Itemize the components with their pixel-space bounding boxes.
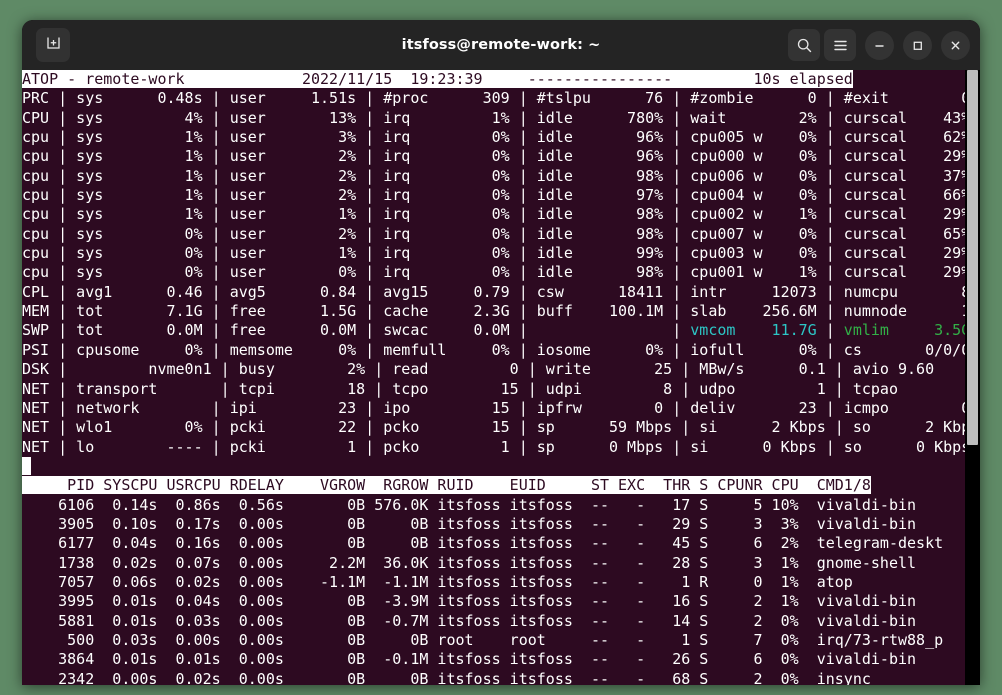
menu-button[interactable] xyxy=(824,29,856,61)
new-tab-icon xyxy=(45,35,62,55)
search-button[interactable] xyxy=(788,29,820,61)
desktop-background: itsfoss@remote-work: ~ xyxy=(0,0,1002,695)
terminal-window: itsfoss@remote-work: ~ xyxy=(22,20,980,685)
minimize-button[interactable] xyxy=(865,31,894,60)
new-tab-button[interactable] xyxy=(36,28,70,62)
close-icon xyxy=(948,38,963,53)
hamburger-menu-icon xyxy=(832,38,849,53)
minimize-icon xyxy=(872,38,887,53)
maximize-icon xyxy=(910,38,925,53)
maximize-button[interactable] xyxy=(903,31,932,60)
scrollbar-thumb[interactable] xyxy=(967,70,978,445)
atop-output: ATOP - remote-work 2022/11/15 19:23:39 -… xyxy=(22,70,965,685)
window-controls xyxy=(788,20,970,70)
window-titlebar: itsfoss@remote-work: ~ xyxy=(22,20,980,70)
close-button[interactable] xyxy=(941,31,970,60)
terminal-scrollbar[interactable] xyxy=(965,70,980,685)
search-icon xyxy=(796,37,813,54)
terminal-content[interactable]: ATOP - remote-work 2022/11/15 19:23:39 -… xyxy=(22,70,980,685)
